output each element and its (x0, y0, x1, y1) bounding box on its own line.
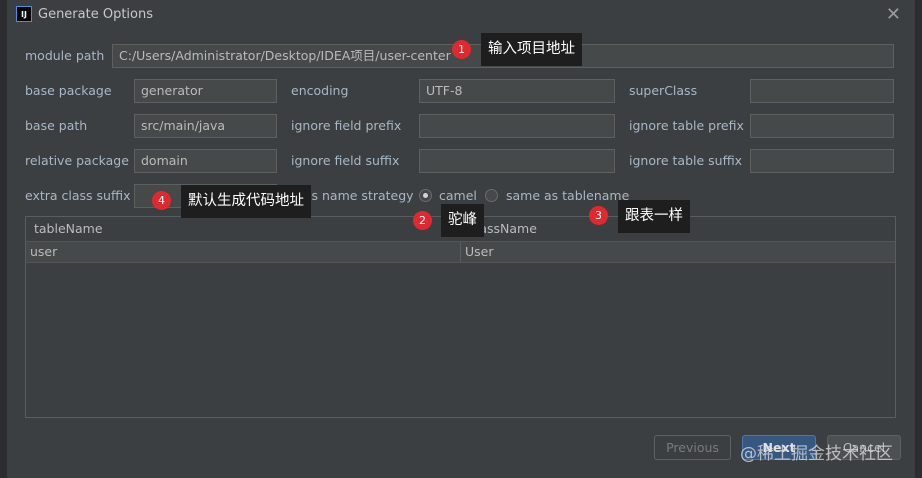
ignore-field-suffix-label: ignore field suffix (291, 153, 400, 168)
relative-package-input[interactable]: domain (134, 149, 277, 173)
generate-options-dialog: IJ Generate Options ✕ module path C:/Use… (7, 0, 915, 478)
base-package-input[interactable]: generator (134, 79, 277, 103)
ignore-table-suffix-input[interactable] (750, 149, 894, 173)
table-cell-tablename[interactable]: user (26, 242, 461, 262)
base-package-label: base package (25, 83, 112, 98)
same-as-tablename-radio-label: same as tablename (506, 188, 630, 203)
ignore-table-prefix-label: ignore table prefix (629, 118, 744, 133)
camel-radio-label: camel (439, 188, 477, 203)
dialog-title: Generate Options (38, 7, 154, 22)
previous-button[interactable]: Previous (654, 435, 731, 460)
superclass-label: superClass (629, 83, 698, 98)
same-as-tablename-radio[interactable] (485, 189, 498, 202)
annotation-callout-1: 输入项目地址 (481, 33, 582, 66)
table-cell-classname[interactable]: User (461, 242, 895, 262)
close-icon[interactable]: ✕ (886, 4, 901, 25)
ignore-table-suffix-label: ignore table suffix (629, 153, 743, 168)
annotation-callout-3: 跟表一样 (618, 200, 690, 233)
ignore-field-suffix-input[interactable] (419, 149, 615, 173)
title-bar: IJ Generate Options ✕ (7, 0, 915, 30)
ignore-field-prefix-label: ignore field prefix (291, 118, 402, 133)
module-path-label: module path (25, 48, 105, 63)
superclass-input[interactable] (750, 79, 894, 103)
encoding-label: encoding (291, 83, 349, 98)
watermark: @稀土掘金技术社区 (740, 444, 893, 464)
annotation-badge-4: 4 (152, 191, 171, 210)
extra-class-suffix-label: extra class suffix (25, 188, 131, 203)
intellij-logo-icon: IJ (16, 6, 32, 22)
annotation-callout-4: 默认生成代码地址 (181, 185, 311, 218)
ignore-field-prefix-input[interactable] (419, 114, 615, 138)
encoding-input[interactable]: UTF-8 (419, 79, 615, 103)
annotation-callout-2: 驼峰 (441, 204, 484, 237)
annotation-badge-2: 2 (413, 211, 432, 230)
column-header-tablename[interactable]: tableName (26, 217, 461, 241)
base-path-label: base path (25, 118, 88, 133)
annotation-badge-3: 3 (589, 206, 608, 225)
table-row[interactable]: user User (26, 241, 895, 263)
relative-package-label: relative package (25, 153, 129, 168)
base-path-input[interactable]: src/main/java (134, 114, 277, 138)
table-class-mapping: tableName className user User (25, 216, 896, 418)
ignore-table-prefix-input[interactable] (750, 114, 894, 138)
camel-radio[interactable] (419, 189, 432, 202)
annotation-badge-1: 1 (452, 40, 471, 59)
